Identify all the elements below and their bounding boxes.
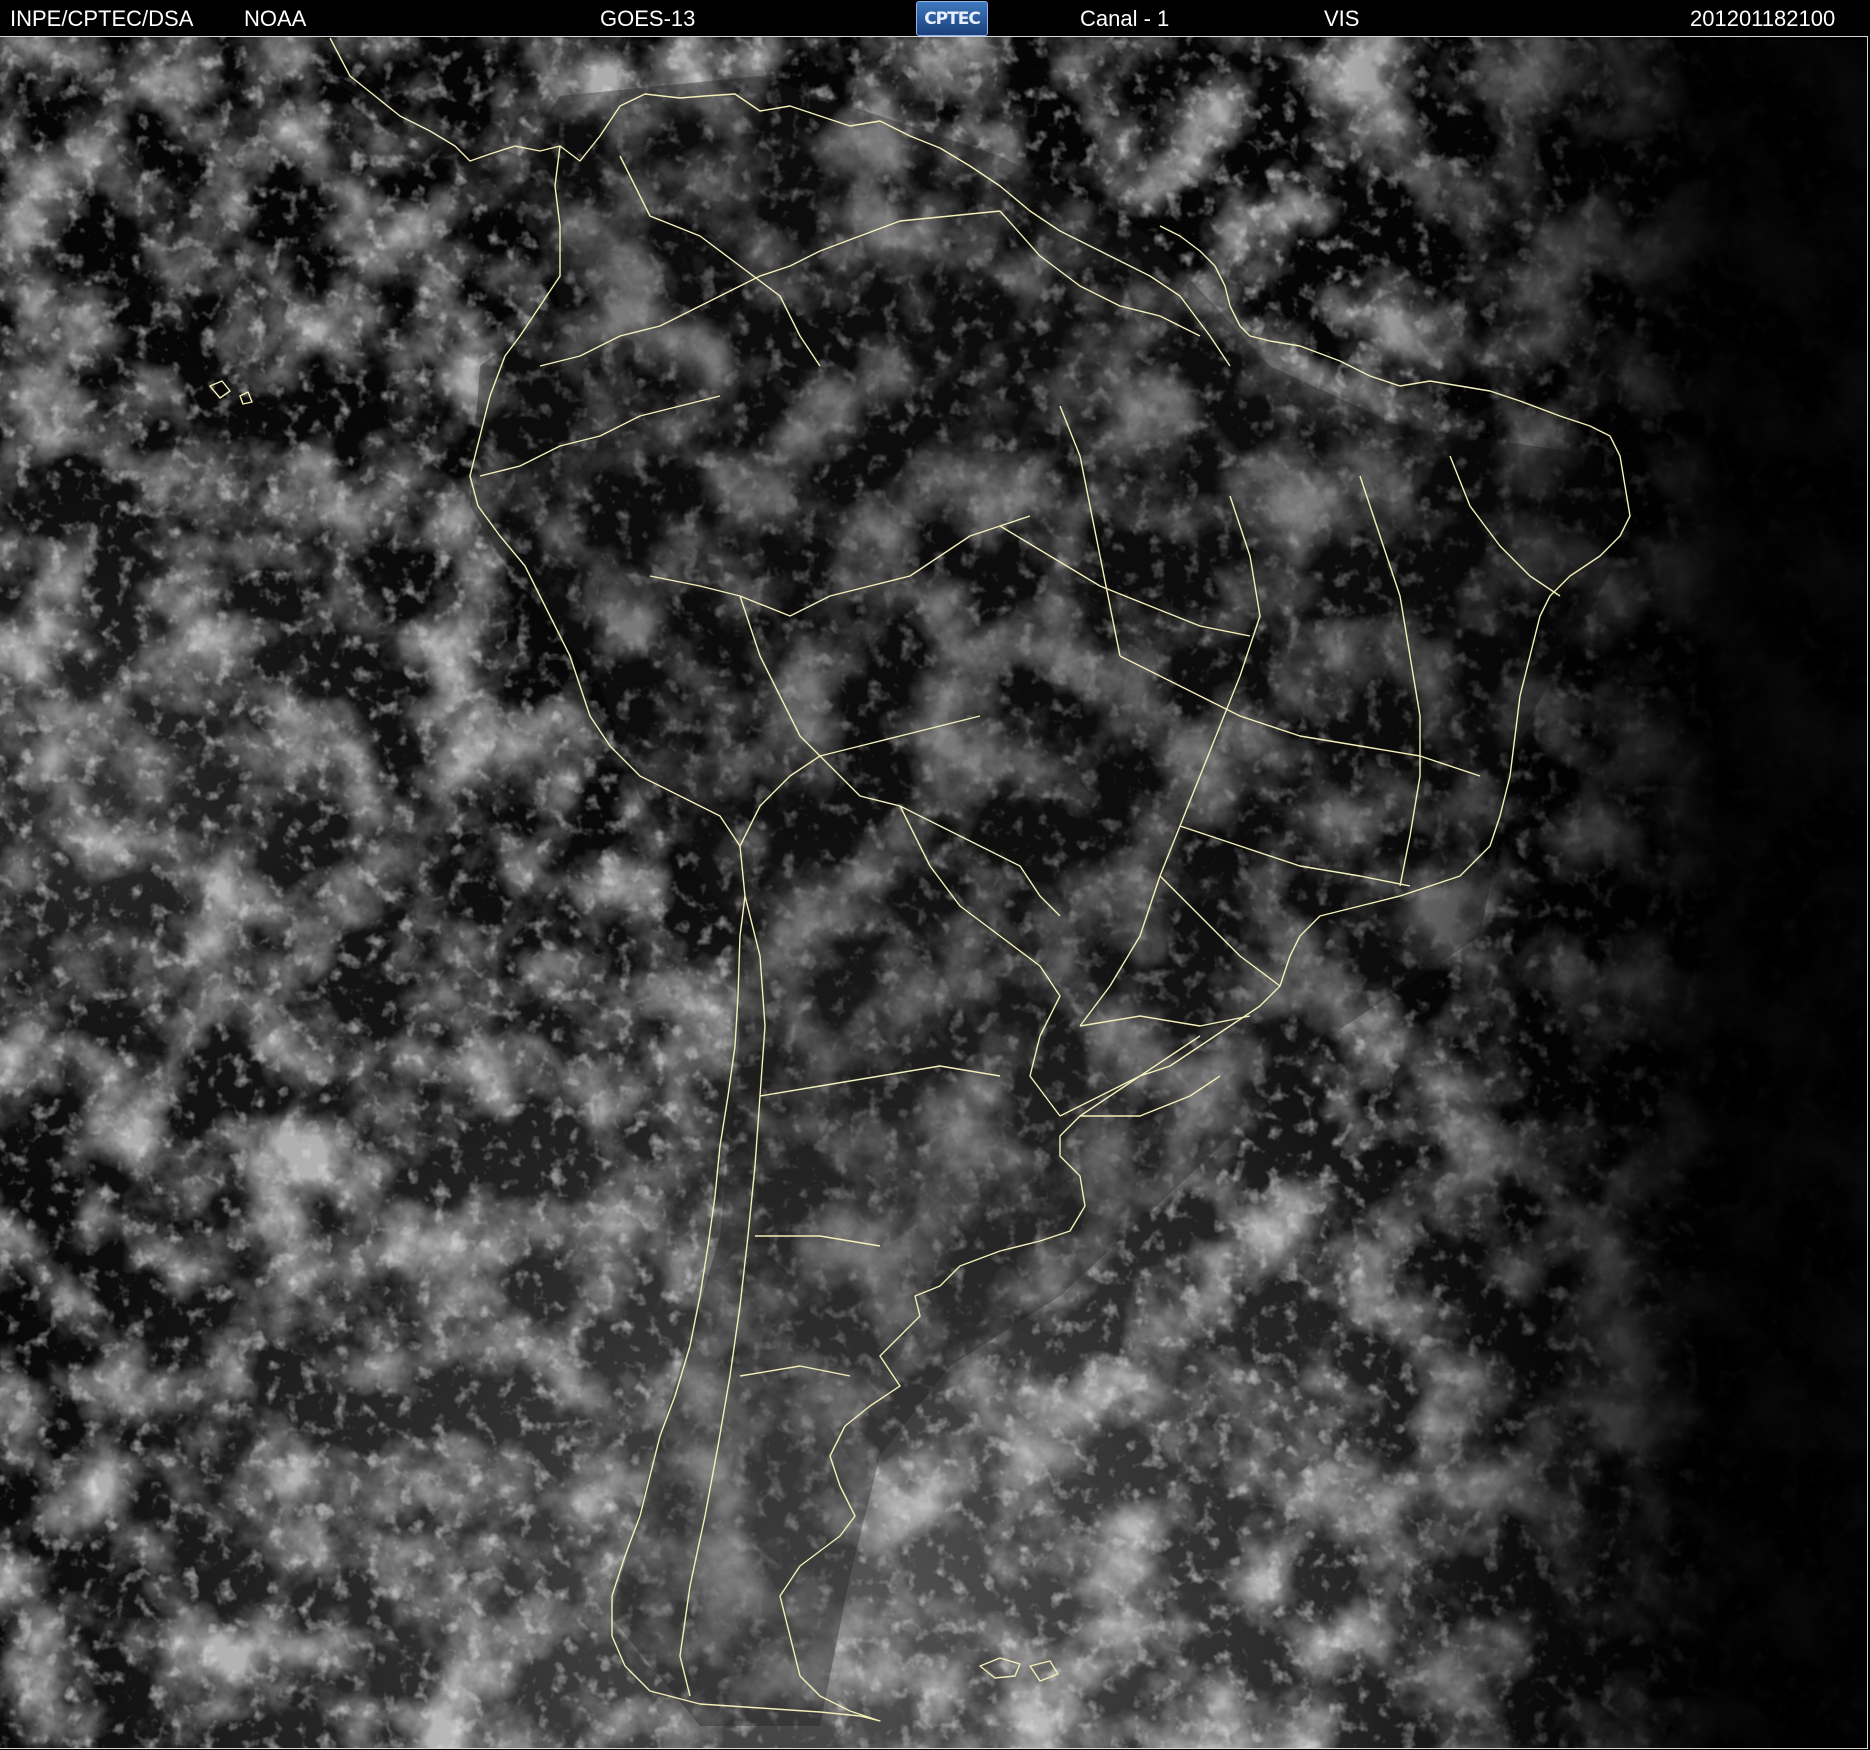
satellite-label: GOES-13 — [600, 6, 696, 31]
map-frame — [0, 36, 1868, 1749]
channel-label: Canal - 1 — [1080, 6, 1170, 31]
cptec-logo: CPTEC — [916, 1, 988, 36]
agency-label: INPE/CPTEC/DSA — [10, 6, 194, 31]
timestamp-label: 201201182100 — [1690, 6, 1836, 31]
source-label: NOAA — [244, 6, 307, 31]
image-header: INPE/CPTEC/DSA NOAA GOES-13 CPTEC Canal … — [0, 0, 1870, 36]
cptec-logo-text: CPTEC — [924, 8, 981, 29]
band-label: VIS — [1324, 6, 1360, 31]
